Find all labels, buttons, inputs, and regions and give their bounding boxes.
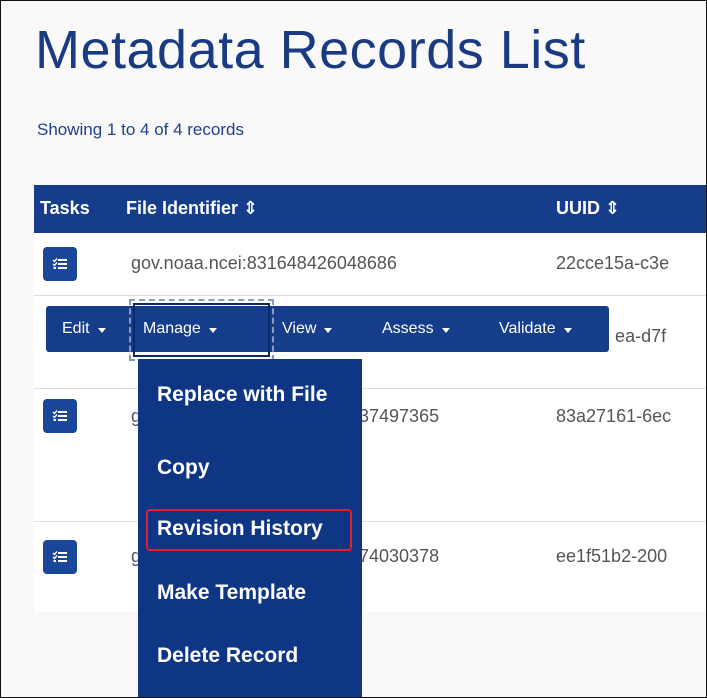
app-frame: Metadata Records List Showing 1 to 4 of … [0, 0, 707, 698]
uuid-cell: 83a27161-6ec [556, 406, 672, 426]
tasks-list-icon[interactable] [43, 540, 77, 574]
file-identifier-cell[interactable]: gov.noaa.ncei:831648426048686 [131, 253, 397, 274]
page-title: Metadata Records List [35, 20, 586, 80]
records-count: Showing 1 to 4 of 4 records [37, 120, 244, 139]
validate-label: Validate [499, 320, 556, 337]
caret-down-icon [563, 327, 572, 333]
record-actions-menu: Edit Manage View Assess Validate [40, 300, 615, 360]
table-row: g 74030378 ee1f51b2-200 [34, 521, 706, 612]
header-tasks: Tasks [40, 198, 90, 218]
revision-history-item[interactable]: Revision History [157, 517, 323, 541]
records-table: Tasks File Identifier ⇕ UUID ⇕ gov.noaa.… [34, 185, 706, 612]
tasks-list-icon[interactable] [43, 247, 77, 281]
manage-active-outline [133, 303, 270, 357]
uuid-cell: ee1f51b2-200 [556, 546, 668, 566]
validate-menu[interactable]: Validate [499, 306, 572, 352]
manage-dropdown: Replace with File Copy Revision History … [138, 359, 362, 697]
copy-item[interactable]: Copy [157, 456, 210, 480]
assess-menu[interactable]: Assess [382, 306, 450, 352]
file-identifier-tail: 37497365 [359, 406, 440, 426]
tasks-list-icon[interactable] [43, 399, 77, 433]
view-label: View [282, 320, 317, 337]
file-identifier-tail: 74030378 [359, 546, 440, 566]
table-header: Tasks File Identifier ⇕ UUID ⇕ [34, 185, 706, 233]
view-menu[interactable]: View [282, 306, 333, 352]
replace-with-file-item[interactable]: Replace with File [157, 383, 327, 407]
edit-menu[interactable]: Edit [62, 306, 106, 352]
caret-down-icon [441, 327, 450, 333]
table-row: gov.noaa.ncei:831648426048686 22cce15a-c… [34, 233, 706, 295]
header-uuid[interactable]: UUID ⇕ [556, 198, 620, 219]
make-template-item[interactable]: Make Template [157, 581, 306, 605]
table-row: g 37497365 83a27161-6ec [34, 388, 706, 521]
caret-down-icon [97, 327, 106, 333]
caret-down-icon [324, 327, 333, 333]
uuid-cell: 22cce15a-c3e [556, 253, 670, 273]
delete-record-item[interactable]: Delete Record [157, 644, 298, 668]
assess-label: Assess [382, 320, 434, 337]
header-file-identifier[interactable]: File Identifier ⇕ [126, 198, 258, 219]
edit-label: Edit [62, 320, 90, 337]
